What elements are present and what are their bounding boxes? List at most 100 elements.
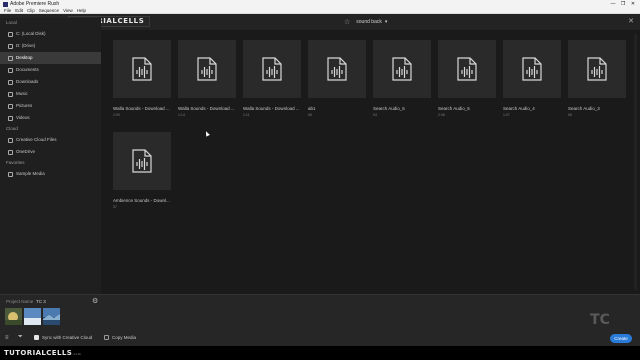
file-duration: 1:14 bbox=[178, 113, 185, 117]
project-name-input[interactable]: TC 3 bbox=[36, 299, 46, 304]
file-grid: Walla Sounds - Download ... 2:09 Walla S… bbox=[101, 30, 640, 294]
sidebar-item-downloads[interactable]: Downloads bbox=[0, 76, 101, 88]
file-tile[interactable]: Search Audio_3 06 bbox=[568, 40, 626, 120]
selected-media-thumbnail[interactable] bbox=[24, 308, 41, 325]
close-icon[interactable]: ✕ bbox=[628, 17, 634, 25]
sidebar-heading-cloud: Cloud bbox=[6, 126, 18, 131]
location-dropdown[interactable]: ☆ sound back ▾ bbox=[344, 17, 387, 27]
selected-media-thumbnail[interactable] bbox=[5, 308, 22, 325]
file-name: Walla Sounds - Download ... bbox=[243, 106, 300, 111]
footer-brand: TUTORIALCELLS.com bbox=[4, 349, 81, 357]
menu-icon[interactable]: ≡ bbox=[5, 335, 9, 341]
sidebar-item-documents[interactable]: Documents bbox=[0, 64, 101, 76]
copy-media-checkbox-row[interactable]: Copy Media bbox=[104, 335, 136, 340]
sidebar-item-sample-media[interactable]: Sample Media bbox=[0, 168, 101, 180]
location-label: sound back bbox=[356, 19, 382, 25]
create-button[interactable]: Create bbox=[610, 334, 632, 343]
selected-media-thumbnail[interactable] bbox=[43, 308, 60, 325]
sidebar-item-label: C: (Local Disk) bbox=[16, 31, 46, 36]
sidebar-item-label: Creative Cloud Files bbox=[16, 137, 57, 142]
file-duration: 37 bbox=[113, 205, 117, 209]
file-duration: 2:06 bbox=[438, 113, 445, 117]
minimize-button[interactable]: — bbox=[608, 0, 618, 8]
menu-help[interactable]: Help bbox=[77, 8, 86, 13]
menu-file[interactable]: File bbox=[4, 8, 11, 13]
picture-icon bbox=[8, 103, 13, 109]
drive-icon bbox=[8, 31, 13, 37]
gear-icon[interactable]: ⚙ bbox=[92, 297, 98, 305]
filter-icon[interactable]: ⏷ bbox=[18, 334, 23, 341]
document-icon bbox=[8, 67, 13, 73]
file-tile[interactable]: Search Audio_4 1:07 bbox=[503, 40, 561, 120]
scrollbar[interactable] bbox=[634, 34, 637, 290]
sync-checkbox-row[interactable]: Sync with Creative Cloud bbox=[34, 335, 92, 340]
file-duration: 2:09 bbox=[113, 113, 120, 117]
audio-file-icon bbox=[178, 40, 236, 98]
file-duration: 1:07 bbox=[503, 113, 510, 117]
audio-file-icon bbox=[438, 40, 496, 98]
menu-edit[interactable]: Edit bbox=[15, 8, 23, 13]
file-duration: 1:11 bbox=[243, 113, 250, 117]
audio-file-icon bbox=[113, 40, 171, 98]
maximize-button[interactable]: ❐ bbox=[618, 0, 628, 8]
copy-media-label: Copy Media bbox=[112, 335, 137, 340]
file-name: Walla Sounds - Download ... bbox=[113, 106, 170, 111]
file-tile[interactable]: Walla Sounds - Download ... 1:11 bbox=[243, 40, 301, 120]
file-duration: 06 bbox=[308, 113, 312, 117]
file-tile[interactable]: Walla Sounds - Download ... 2:09 bbox=[113, 40, 171, 120]
download-icon bbox=[8, 79, 13, 85]
file-name: Search Audio_4 bbox=[503, 106, 535, 111]
footer-brand-strip: TUTORIALCELLS.com bbox=[0, 346, 640, 360]
tc-watermark: TC bbox=[590, 312, 610, 328]
file-name: Walla Sounds - Download ... bbox=[178, 106, 235, 111]
folder-icon bbox=[8, 171, 13, 177]
music-icon bbox=[8, 91, 13, 97]
desktop-icon bbox=[8, 55, 13, 61]
sidebar-item-label: OneDrive bbox=[16, 149, 36, 154]
sidebar-item-music[interactable]: Music bbox=[0, 88, 101, 100]
drive-icon bbox=[8, 43, 13, 49]
menu-sequence[interactable]: Sequence bbox=[39, 8, 59, 13]
audio-waveform-icon bbox=[197, 57, 217, 81]
sidebar-heading-local: Local bbox=[6, 20, 17, 25]
copy-media-checkbox[interactable] bbox=[104, 335, 109, 340]
file-duration: 06 bbox=[568, 113, 572, 117]
sidebar-item-d-drive[interactable]: D: (Drive) bbox=[0, 40, 101, 52]
file-tile[interactable]: Walla Sounds - Download ... 1:14 bbox=[178, 40, 236, 120]
file-tile[interactable]: ab1 06 bbox=[308, 40, 366, 120]
window-title: Adobe Premiere Rush bbox=[10, 1, 60, 7]
file-tile[interactable]: Search Audio_6 04 bbox=[373, 40, 431, 120]
sidebar-item-label: Documents bbox=[16, 67, 39, 72]
sidebar-item-label: Music bbox=[16, 91, 28, 96]
star-icon[interactable]: ☆ bbox=[344, 18, 350, 26]
footer-brand-text: TUTORIALCELLS bbox=[4, 349, 73, 357]
sidebar-item-creative-cloud[interactable]: Creative Cloud Files bbox=[0, 134, 101, 146]
file-tile[interactable]: Search Audio_5 2:06 bbox=[438, 40, 496, 120]
file-name: ab1 bbox=[308, 106, 316, 111]
sidebar: Local C: (Local Disk) D: (Drive) Desktop… bbox=[0, 18, 101, 294]
title-bar: Adobe Premiere Rush — ❐ ✕ bbox=[0, 0, 640, 8]
close-window-button[interactable]: ✕ bbox=[628, 0, 638, 8]
project-panel: Project Name TC 3 ⚙ ≡ ⏷ Sync with Creati… bbox=[0, 294, 640, 346]
file-name: Ambience Sounds - Downl... bbox=[113, 198, 170, 203]
sidebar-item-videos[interactable]: Videos bbox=[0, 112, 101, 124]
sidebar-item-label: Pictures bbox=[16, 103, 33, 108]
file-tile[interactable]: Ambience Sounds - Downl... 37 bbox=[113, 132, 171, 212]
app-icon bbox=[3, 1, 8, 7]
audio-waveform-icon bbox=[132, 149, 152, 173]
sidebar-item-c-drive[interactable]: C: (Local Disk) bbox=[0, 28, 101, 40]
audio-waveform-icon bbox=[522, 57, 542, 81]
window-controls: — ❐ ✕ bbox=[608, 0, 638, 8]
menu-view[interactable]: View bbox=[63, 8, 73, 13]
sidebar-item-onedrive[interactable]: OneDrive bbox=[0, 146, 101, 158]
menu-clip[interactable]: Clip bbox=[27, 8, 35, 13]
sidebar-item-pictures[interactable]: Pictures bbox=[0, 100, 101, 112]
cloud-icon bbox=[8, 149, 13, 155]
sync-checkbox[interactable] bbox=[34, 335, 39, 340]
audio-file-icon bbox=[568, 40, 626, 98]
file-name: Search Audio_5 bbox=[438, 106, 470, 111]
sidebar-item-desktop[interactable]: Desktop bbox=[0, 52, 101, 64]
audio-waveform-icon bbox=[587, 57, 607, 81]
audio-file-icon bbox=[243, 40, 301, 98]
audio-waveform-icon bbox=[132, 57, 152, 81]
